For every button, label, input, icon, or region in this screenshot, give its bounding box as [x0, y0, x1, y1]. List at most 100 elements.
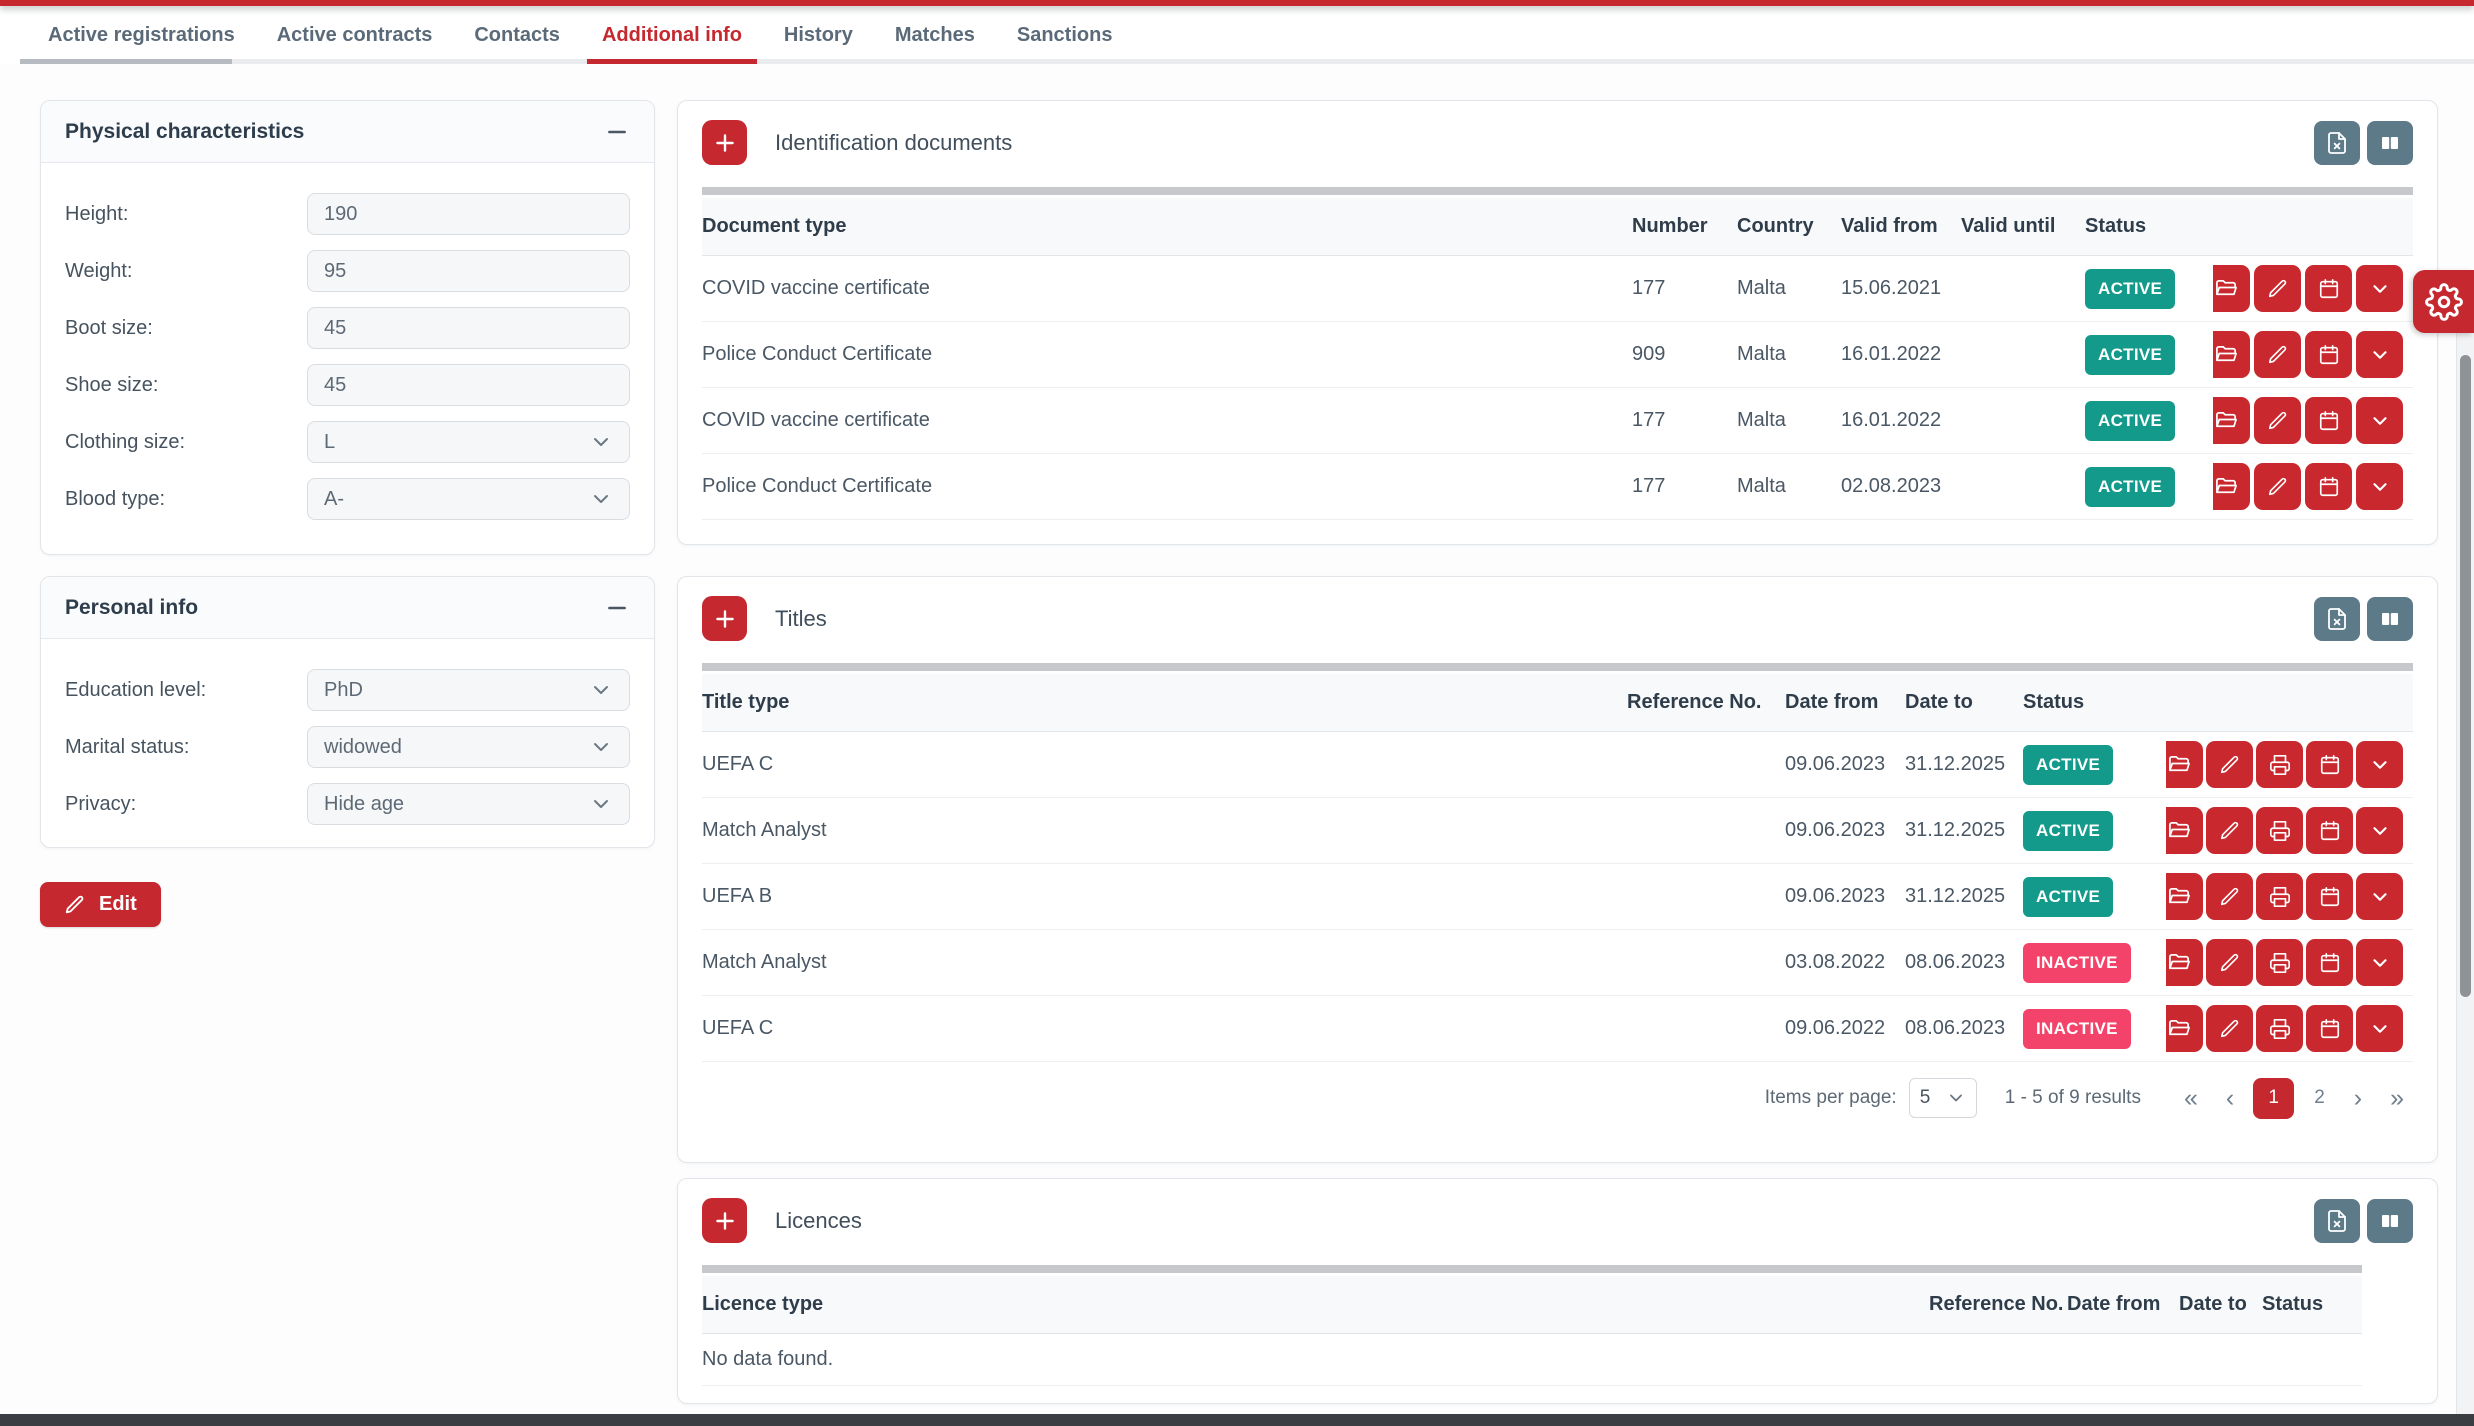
open-files-button[interactable] — [2213, 463, 2250, 510]
export-excel-button[interactable] — [2314, 1199, 2360, 1243]
column-status[interactable]: Status — [2023, 691, 2166, 714]
tab-active-registrations[interactable]: Active registrations — [48, 6, 235, 64]
add-licence-button[interactable] — [702, 1198, 747, 1243]
tab-history[interactable]: History — [784, 6, 853, 64]
collapse-icon[interactable] — [604, 119, 630, 145]
calendar-button[interactable] — [2305, 331, 2352, 378]
page-1-button[interactable]: 1 — [2253, 1078, 2294, 1119]
expand-row-button[interactable] — [2356, 265, 2403, 312]
settings-panel-button[interactable] — [2413, 270, 2474, 333]
column-document-type[interactable]: Document type — [702, 215, 1632, 238]
print-button[interactable] — [2256, 939, 2303, 986]
boot-size-input[interactable]: 45 — [307, 307, 630, 349]
education-level-select[interactable]: PhD — [307, 669, 630, 711]
edit-row-button[interactable] — [2254, 463, 2301, 510]
expand-row-button[interactable] — [2356, 741, 2403, 788]
calendar-button[interactable] — [2306, 807, 2353, 854]
expand-row-button[interactable] — [2356, 463, 2403, 510]
column-status[interactable]: Status — [2085, 215, 2213, 238]
expand-row-button[interactable] — [2356, 873, 2403, 920]
edit-row-button[interactable] — [2254, 397, 2301, 444]
print-button[interactable] — [2256, 741, 2303, 788]
items-per-page-select[interactable]: 5 — [1909, 1078, 1977, 1118]
table-horizontal-scrollbar[interactable] — [702, 187, 2413, 195]
column-date-to[interactable]: Date to — [2179, 1293, 2262, 1316]
edit-row-button[interactable] — [2206, 807, 2253, 854]
columns-toggle-button[interactable] — [2367, 597, 2413, 641]
next-page-button[interactable]: › — [2345, 1086, 2371, 1111]
calendar-button[interactable] — [2306, 873, 2353, 920]
tab-active-contracts[interactable]: Active contracts — [277, 6, 433, 64]
export-excel-button[interactable] — [2314, 121, 2360, 165]
columns-toggle-button[interactable] — [2367, 121, 2413, 165]
expand-row-button[interactable] — [2356, 1005, 2403, 1052]
privacy-select[interactable]: Hide age — [307, 783, 630, 825]
edit-button[interactable]: Edit — [40, 882, 161, 927]
expand-row-button[interactable] — [2356, 939, 2403, 986]
column-country[interactable]: Country — [1737, 215, 1841, 238]
calendar-button[interactable] — [2305, 463, 2352, 510]
shoe-size-input[interactable]: 45 — [307, 364, 630, 406]
weight-input[interactable]: 95 — [307, 250, 630, 292]
column-title-type[interactable]: Title type — [702, 691, 1627, 714]
column-valid-until[interactable]: Valid until — [1961, 215, 2085, 238]
open-files-button[interactable] — [2213, 397, 2250, 444]
expand-row-button[interactable] — [2356, 807, 2403, 854]
clothing-size-select[interactable]: L — [307, 421, 630, 463]
expand-row-button[interactable] — [2356, 397, 2403, 444]
calendar-button[interactable] — [2306, 1005, 2353, 1052]
vertical-scrollbar-thumb[interactable] — [2460, 355, 2471, 997]
tab-scrollbar-thumb[interactable] — [20, 59, 232, 64]
table-horizontal-scrollbar[interactable] — [702, 1265, 2362, 1273]
expand-row-button[interactable] — [2356, 331, 2403, 378]
column-date-from[interactable]: Date from — [1785, 691, 1905, 714]
open-files-button[interactable] — [2166, 873, 2203, 920]
page-2-button[interactable]: 2 — [2304, 1087, 2335, 1109]
column-number[interactable]: Number — [1632, 215, 1737, 238]
edit-row-button[interactable] — [2206, 741, 2253, 788]
first-page-button[interactable]: « — [2175, 1086, 2207, 1111]
open-files-button[interactable] — [2213, 331, 2250, 378]
height-input[interactable]: 190 — [307, 193, 630, 235]
calendar-button[interactable] — [2306, 741, 2353, 788]
column-date-from[interactable]: Date from — [2067, 1293, 2179, 1316]
marital-status-select[interactable]: widowed — [307, 726, 630, 768]
tab-matches[interactable]: Matches — [895, 6, 975, 64]
print-button[interactable] — [2256, 1005, 2303, 1052]
export-excel-button[interactable] — [2314, 597, 2360, 641]
previous-page-button[interactable]: ‹ — [2217, 1086, 2243, 1111]
calendar-button[interactable] — [2306, 939, 2353, 986]
add-title-button[interactable] — [702, 596, 747, 641]
add-identification-document-button[interactable] — [702, 120, 747, 165]
open-files-button[interactable] — [2166, 741, 2203, 788]
print-button[interactable] — [2256, 807, 2303, 854]
vertical-scrollbar[interactable] — [2456, 333, 2474, 1426]
edit-row-button[interactable] — [2254, 331, 2301, 378]
column-licence-type[interactable]: Licence type — [702, 1293, 1929, 1316]
edit-row-button[interactable] — [2206, 1005, 2253, 1052]
open-files-button[interactable] — [2213, 265, 2250, 312]
open-files-button[interactable] — [2166, 939, 2203, 986]
column-date-to[interactable]: Date to — [1905, 691, 2023, 714]
column-valid-from[interactable]: Valid from — [1841, 215, 1961, 238]
last-page-button[interactable]: » — [2381, 1086, 2413, 1111]
column-reference-no[interactable]: Reference No. — [1929, 1293, 2067, 1316]
open-files-button[interactable] — [2166, 807, 2203, 854]
collapse-icon[interactable] — [604, 595, 630, 621]
calendar-button[interactable] — [2305, 265, 2352, 312]
columns-toggle-button[interactable] — [2367, 1199, 2413, 1243]
tab-additional-info[interactable]: Additional info — [602, 6, 742, 64]
clothing-size-value: L — [324, 431, 335, 454]
open-files-button[interactable] — [2166, 1005, 2203, 1052]
print-button[interactable] — [2256, 873, 2303, 920]
edit-row-button[interactable] — [2206, 873, 2253, 920]
tab-sanctions[interactable]: Sanctions — [1017, 6, 1113, 64]
edit-row-button[interactable] — [2254, 265, 2301, 312]
blood-type-select[interactable]: A- — [307, 478, 630, 520]
calendar-button[interactable] — [2305, 397, 2352, 444]
table-horizontal-scrollbar[interactable] — [702, 663, 2413, 671]
column-reference-no[interactable]: Reference No. — [1627, 691, 1785, 714]
column-status[interactable]: Status — [2262, 1293, 2362, 1316]
edit-row-button[interactable] — [2206, 939, 2253, 986]
tab-contacts[interactable]: Contacts — [474, 6, 560, 64]
